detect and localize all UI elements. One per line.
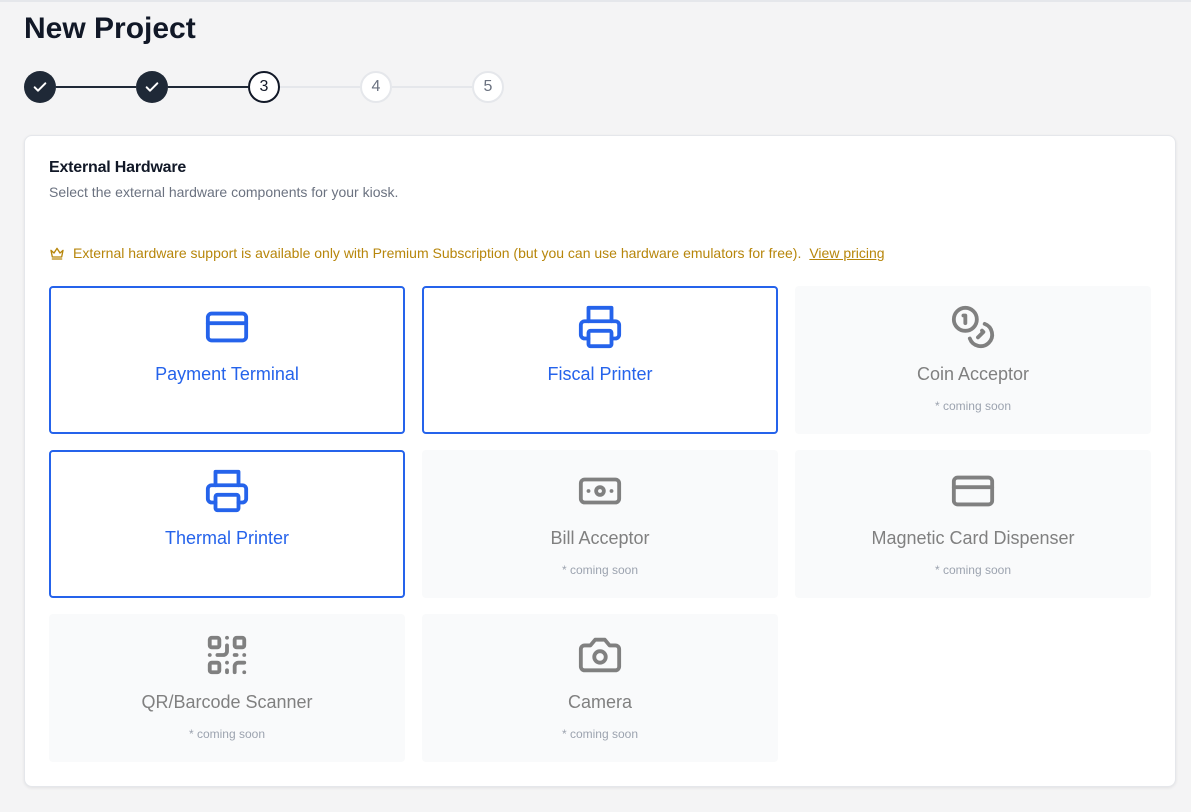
- tile-fiscal-printer[interactable]: Fiscal Printer: [422, 286, 778, 434]
- step-connector: [392, 86, 472, 88]
- coming-soon-note: * coming soon: [188, 727, 266, 741]
- coming-soon-note: * coming soon: [561, 563, 639, 577]
- tile-label: Camera: [567, 692, 633, 712]
- step-connector: [56, 86, 136, 88]
- printer-icon: [205, 469, 249, 513]
- section-subtitle: Select the external hardware components …: [49, 184, 399, 200]
- coming-soon-note: * coming soon: [934, 399, 1012, 413]
- coming-soon-note: * coming soon: [561, 727, 639, 741]
- step-4[interactable]: 4: [360, 71, 392, 103]
- step-connector: [168, 86, 248, 88]
- printer-icon: [578, 305, 622, 349]
- tile-bill-acceptor: Bill Acceptor * coming soon: [422, 450, 778, 598]
- tile-label: Payment Terminal: [155, 364, 299, 384]
- camera-icon: [578, 637, 622, 673]
- wizard-stepper: 3 4 5: [24, 71, 504, 103]
- credit-card-icon: [205, 311, 249, 343]
- tile-label: Thermal Printer: [164, 528, 290, 548]
- check-icon: [33, 82, 47, 92]
- tile-label: Magnetic Card Dispenser: [871, 528, 1075, 548]
- crown-icon: [50, 247, 64, 260]
- notice-text: External hardware support is available o…: [73, 245, 802, 261]
- step-5[interactable]: 5: [472, 71, 504, 103]
- tile-label: Bill Acceptor: [550, 528, 650, 548]
- qr-code-icon: [207, 635, 247, 675]
- tile-qr-barcode-scanner: QR/Barcode Scanner * coming soon: [49, 614, 405, 762]
- step-3[interactable]: 3: [248, 71, 280, 103]
- coins-icon: [951, 305, 995, 349]
- view-pricing-link[interactable]: View pricing: [809, 245, 884, 261]
- tile-thermal-printer[interactable]: Thermal Printer: [49, 450, 405, 598]
- step-1[interactable]: [24, 71, 56, 103]
- tile-camera: Camera * coming soon: [422, 614, 778, 762]
- top-divider: [0, 0, 1191, 2]
- hardware-card: External Hardware Select the external ha…: [24, 135, 1176, 787]
- credit-card-icon: [951, 475, 995, 507]
- tile-label: Coin Acceptor: [916, 364, 1030, 384]
- hardware-grid: Payment Terminal Fiscal Printer Coin Acc…: [49, 286, 1151, 762]
- step-2[interactable]: [136, 71, 168, 103]
- section-title: External Hardware: [49, 159, 187, 176]
- tile-payment-terminal[interactable]: Payment Terminal: [49, 286, 405, 434]
- step-connector: [280, 86, 360, 88]
- tile-label: Fiscal Printer: [547, 364, 653, 384]
- banknote-icon: [578, 477, 622, 505]
- tile-label: QR/Barcode Scanner: [141, 692, 313, 712]
- premium-notice: External hardware support is available o…: [49, 243, 885, 263]
- page-title: New Project: [24, 12, 196, 45]
- check-icon: [145, 82, 159, 92]
- tile-coin-acceptor: Coin Acceptor * coming soon: [795, 286, 1151, 434]
- coming-soon-note: * coming soon: [934, 563, 1012, 577]
- tile-magnetic-card-dispenser: Magnetic Card Dispenser * coming soon: [795, 450, 1151, 598]
